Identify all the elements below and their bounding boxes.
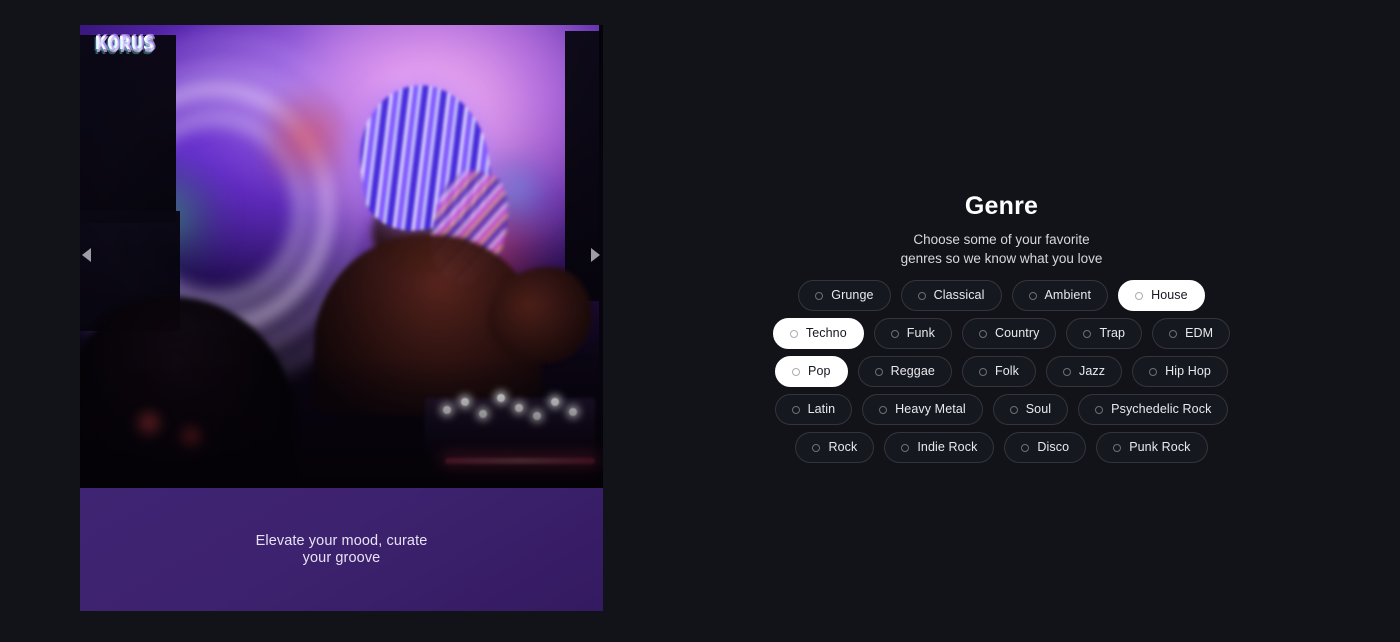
hero-image xyxy=(80,25,603,488)
circle-icon xyxy=(1113,444,1121,452)
genre-pill-heavy-metal[interactable]: Heavy Metal xyxy=(862,394,983,425)
genre-pill-disco[interactable]: Disco xyxy=(1004,432,1086,463)
genre-pill-label: Grunge xyxy=(831,289,873,302)
genre-pill-label: Latin xyxy=(808,403,836,416)
circle-icon xyxy=(812,444,820,452)
genre-pill-psychedelic-rock[interactable]: Psychedelic Rock xyxy=(1078,394,1228,425)
genre-pill-label: Techno xyxy=(806,327,847,340)
genre-pill-grid: Grunge Classical Ambient House Techno Funk Cou… xyxy=(792,280,1212,470)
genre-pill-label: Soul xyxy=(1026,403,1051,416)
genre-pill-label: Disco xyxy=(1037,441,1069,454)
genre-pill-country[interactable]: Country xyxy=(962,318,1056,349)
circle-icon xyxy=(979,330,987,338)
genre-pill-ambient[interactable]: Ambient xyxy=(1012,280,1109,311)
dj-figure xyxy=(338,85,508,385)
circle-icon xyxy=(1063,368,1071,376)
page-subtitle-line-1: Choose some of your favorite xyxy=(603,230,1400,249)
circle-icon xyxy=(891,330,899,338)
genre-pill-soul[interactable]: Soul xyxy=(993,394,1068,425)
image-bottom-fade xyxy=(80,358,603,488)
circle-icon xyxy=(875,368,883,376)
genre-row: Techno Funk Country Trap EDM xyxy=(792,318,1212,349)
genre-pill-punk-rock[interactable]: Punk Rock xyxy=(1096,432,1207,463)
hero-caption: Elevate your mood, curate your groove xyxy=(192,533,492,567)
hero-caption-line-1: Elevate your mood, curate xyxy=(192,533,492,550)
genre-pill-label: Funk xyxy=(907,327,935,340)
genre-pill-label: Punk Rock xyxy=(1129,441,1190,454)
genre-pill-label: Trap xyxy=(1099,327,1125,340)
chevron-left-icon xyxy=(82,248,91,262)
genre-pill-jazz[interactable]: Jazz xyxy=(1046,356,1122,387)
genre-pill-label: EDM xyxy=(1185,327,1213,340)
circle-icon xyxy=(1083,330,1091,338)
circle-icon xyxy=(901,444,909,452)
chevron-right-icon xyxy=(591,248,600,262)
genre-pill-grunge[interactable]: Grunge xyxy=(798,280,890,311)
genre-pill-label: Psychedelic Rock xyxy=(1111,403,1211,416)
genre-pill-hip-hop[interactable]: Hip Hop xyxy=(1132,356,1228,387)
circle-icon xyxy=(1010,406,1018,414)
genre-pill-indie-rock[interactable]: Indie Rock xyxy=(884,432,994,463)
genre-pill-house[interactable]: House xyxy=(1118,280,1205,311)
genre-selection-screen: Elevate your mood, curate your groove KO… xyxy=(0,0,1400,642)
genre-pill-label: Rock xyxy=(828,441,857,454)
genre-panel: Genre Choose some of your favorite genre… xyxy=(603,0,1400,642)
carousel-prev-arrow-icon[interactable] xyxy=(77,246,95,264)
circle-icon xyxy=(1135,292,1143,300)
circle-icon xyxy=(1029,292,1037,300)
circle-icon xyxy=(1149,368,1157,376)
genre-pill-label: Pop xyxy=(808,365,831,378)
genre-pill-label: Classical xyxy=(934,289,985,302)
page-subtitle-line-2: genres so we know what you love xyxy=(603,249,1400,268)
genre-pill-folk[interactable]: Folk xyxy=(962,356,1036,387)
genre-pill-reggae[interactable]: Reggae xyxy=(858,356,952,387)
circle-icon xyxy=(815,292,823,300)
genre-row: Pop Reggae Folk Jazz Hip Hop xyxy=(792,356,1212,387)
circle-icon xyxy=(792,368,800,376)
hero-caption-line-2: your groove xyxy=(192,550,492,567)
circle-icon xyxy=(879,406,887,414)
circle-icon xyxy=(1169,330,1177,338)
genre-pill-label: Hip Hop xyxy=(1165,365,1211,378)
circle-icon xyxy=(792,406,800,414)
genre-pill-trap[interactable]: Trap xyxy=(1066,318,1142,349)
hero-panel: Elevate your mood, curate your groove xyxy=(80,25,603,611)
speaker-stack-left-top xyxy=(80,35,176,223)
genre-row: Latin Heavy Metal Soul Psychedelic Rock xyxy=(792,394,1212,425)
genre-pill-classical[interactable]: Classical xyxy=(901,280,1002,311)
genre-pill-label: Jazz xyxy=(1079,365,1105,378)
page-title: Genre xyxy=(603,192,1400,221)
genre-pill-label: Country xyxy=(995,327,1039,340)
page-subtitle: Choose some of your favorite genres so w… xyxy=(603,230,1400,268)
genre-pill-edm[interactable]: EDM xyxy=(1152,318,1230,349)
genre-pill-rock[interactable]: Rock xyxy=(795,432,874,463)
genre-pill-techno[interactable]: Techno xyxy=(773,318,864,349)
circle-icon xyxy=(1095,406,1103,414)
genre-row: Grunge Classical Ambient House xyxy=(792,280,1212,311)
genre-pill-funk[interactable]: Funk xyxy=(874,318,952,349)
brand-logo-text: KORUS xyxy=(95,32,155,54)
red-accent-decoration xyxy=(265,83,345,193)
circle-icon xyxy=(1021,444,1029,452)
genre-row: Rock Indie Rock Disco Punk Rock xyxy=(792,432,1212,463)
genre-pill-label: Reggae xyxy=(891,365,935,378)
circle-icon xyxy=(979,368,987,376)
brand-logo: KORUS KORUS xyxy=(95,32,155,54)
genre-pill-label: Indie Rock xyxy=(917,441,977,454)
genre-pill-latin[interactable]: Latin xyxy=(775,394,853,425)
genre-pill-label: Folk xyxy=(995,365,1019,378)
circle-icon xyxy=(790,330,798,338)
hero-caption-panel: Elevate your mood, curate your groove xyxy=(80,488,603,611)
circle-icon xyxy=(918,292,926,300)
genre-pill-label: Ambient xyxy=(1045,289,1092,302)
genre-pill-pop[interactable]: Pop xyxy=(775,356,848,387)
genre-pill-label: Heavy Metal xyxy=(895,403,966,416)
genre-pill-label: House xyxy=(1151,289,1188,302)
carousel-next-arrow-icon[interactable] xyxy=(586,246,604,264)
